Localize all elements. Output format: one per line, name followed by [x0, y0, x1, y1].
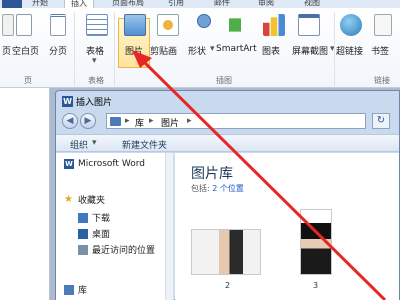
red-annotation-arrow: [132, 50, 387, 300]
